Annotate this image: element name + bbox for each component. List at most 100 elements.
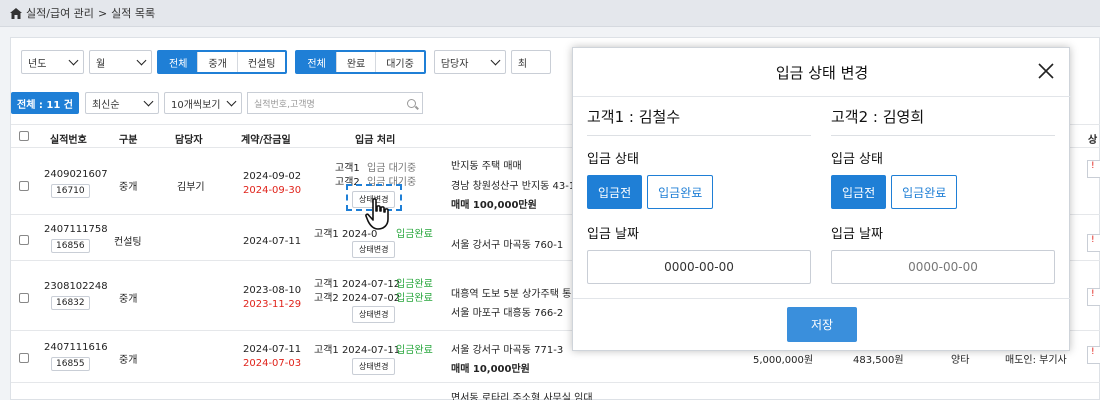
breadcrumb-page: 실적 목록 [111,7,156,20]
row-contract-date: 2024-07-11 [243,344,302,355]
customer1-status-label: 입금 상태 [587,152,639,167]
select-all-checkbox[interactable] [19,131,29,141]
customer2-section: 고객2 : 김영희 입금 상태 입금전 입금완료 입금 날짜 0000-00-0… [831,106,1055,284]
row-type: 중개 [119,355,138,366]
row-edge-button[interactable]: ! [1087,346,1100,364]
row-contract-date: 2023-08-10 [243,285,302,296]
status-filter-pending[interactable]: 대기중 [375,52,424,72]
status-change-button[interactable]: 상태변경 [352,306,396,323]
row-type: 중개 [119,182,138,193]
status-filter-all[interactable]: 전체 [297,52,336,72]
home-icon[interactable] [10,7,22,19]
status-change-button[interactable]: 상태변경 [352,358,396,375]
row-address: 서울 강서구 마곡동 760-1 [451,240,564,251]
row-sub-id: 16856 [51,239,90,253]
customer1-section: 고객1 : 김철수 입금 상태 입금전 입금완료 입금 날짜 0000-00-0… [587,106,811,284]
customer2-before-button[interactable]: 입금전 [831,175,887,209]
row-sub-id: 16855 [51,357,90,371]
customer2-status-label: 입금 상태 [831,152,883,167]
sort-select[interactable]: 최신순 [84,92,159,114]
close-icon[interactable] [1037,62,1055,80]
status-filter-group: 전체 완료 대기중 [295,50,426,74]
column-header-date[interactable]: 계약/잔금일 [241,131,291,146]
month-select[interactable]: 월 [89,50,152,74]
row-edge-button[interactable]: ! [1087,234,1100,252]
row-sub-id: 16710 [51,184,90,198]
row-contract-date: 2024-09-02 [243,171,302,182]
customer2-date-input[interactable]: 0000-00-00 [831,250,1055,284]
breadcrumb-separator: > [97,6,108,20]
per-page-select-value: 10개씩보기 [170,99,221,111]
month-select-value: 월 [96,58,106,70]
row-pay1-status: 입금완료 [396,279,433,290]
row-checkbox[interactable] [19,353,29,363]
row-id: 2407111758 [44,224,108,235]
row-title[interactable]: 대흥역 도보 5분 상가주택 통매 [451,285,580,300]
search-placeholder: 실적번호,고객명 [253,99,315,110]
row-pay1-label: 고객1 [335,163,360,174]
customer2-done-button[interactable]: 입금완료 [891,175,958,209]
row-title[interactable]: 면서동 로타리 주소형 사무실 임대 [451,389,593,400]
column-header-manager[interactable]: 담당자 [175,131,203,146]
row-id: 2308102248 [44,281,108,292]
column-header-payment[interactable]: 입금 처리 [355,131,395,146]
row-deal-type: 양타 [951,355,970,366]
column-header-no[interactable]: 실적번호 [50,131,87,146]
partial-select-value: 최 [517,58,528,70]
type-filter-brokerage[interactable]: 중개 [197,52,237,72]
customer1-done-button[interactable]: 입금완료 [647,175,714,209]
table-row[interactable]: 면서동 로타리 주소형 사무실 임대 [11,383,1100,400]
manager-select[interactable]: 담당자 [433,50,506,74]
search-input[interactable]: 실적번호,고객명 [246,92,423,114]
type-filter-all[interactable]: 전체 [159,52,198,72]
row-checkbox[interactable] [19,235,29,245]
row-checkbox[interactable] [19,293,29,303]
customer1-date-label: 입금 날짜 [587,227,639,242]
partial-select[interactable]: 최 [510,50,551,74]
row-type: 컨설팅 [114,237,142,248]
breadcrumb: 실적/급여 관리 > 실적 목록 [0,0,1100,27]
customer1-name: 고객1 : 김철수 [587,106,811,136]
row-balance-date: 2024-09-30 [243,185,302,196]
row-pay1-label: 고객1 2024-07-12 [314,279,401,290]
year-select[interactable]: 년도 [21,50,84,74]
row-price: 매매 10,000만원 [451,364,530,375]
list-controls: 전체 : 11 건 최신순 10개씩보기 실적번호,고객명 [11,92,423,114]
row-id: 2409021607 [44,169,108,180]
row-address: 서울 강서구 마곡동 771-3 [451,345,564,356]
customer2-date-label: 입금 날짜 [831,227,883,242]
status-filter-done[interactable]: 완료 [335,52,376,72]
column-header-partial: 상 [1088,135,1098,146]
breadcrumb-section[interactable]: 실적/급여 관리 [26,5,94,21]
filter-bar: 년도 월 전체 중개 컨설팅 전체 완료 대기중 담당자 최 [21,50,556,74]
year-select-value: 년도 [28,58,47,70]
status-change-button[interactable]: 상태변경 [352,241,396,258]
type-filter-consulting[interactable]: 컨설팅 [236,52,286,72]
row-pay1-label: 고객1 2024-07-11 [314,345,401,356]
chevron-down-icon [226,96,237,107]
row-pay2-label: 고객2 2024-07-02 [314,293,401,304]
row-title[interactable]: 반지동 주택 매매 [451,157,522,172]
customer1-date-input[interactable]: 0000-00-00 [587,250,811,284]
chevron-down-icon [143,96,154,107]
row-edge-button[interactable]: ! [1087,160,1100,178]
chevron-down-icon [136,55,147,66]
column-header-type[interactable]: 구분 [119,131,137,146]
row-edge-button[interactable]: ! [1087,288,1100,306]
payment-status-modal: 입금 상태 변경 고객1 : 김철수 입금 상태 입금전 입금완료 입금 날짜 … [572,47,1071,351]
row-balance-date: 2023-11-29 [243,299,302,310]
row-pay1-status: 입금완료 [396,229,433,240]
row-checkbox[interactable] [19,181,29,191]
customer1-before-button[interactable]: 입금전 [587,175,643,209]
row-fee: 5,000,000원 [753,355,814,366]
row-address: 서울 마포구 대흥동 766-2 [451,308,564,319]
row-fee-secondary: 483,500원 [853,355,904,366]
modal-title: 입금 상태 변경 [573,48,1071,97]
row-manager: 김부기 [177,182,205,193]
save-button[interactable]: 저장 [787,307,857,342]
type-filter-group: 전체 중개 컨설팅 [157,50,288,74]
per-page-select[interactable]: 10개씩보기 [163,92,242,114]
row-pay1-status: 입금완료 [396,345,433,356]
row-id: 2407111616 [44,342,108,353]
search-icon[interactable] [406,98,416,108]
